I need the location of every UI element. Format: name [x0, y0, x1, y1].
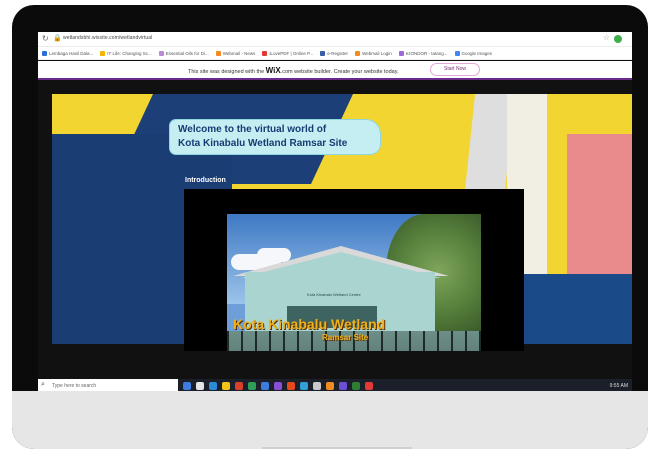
profile-avatar[interactable]	[614, 35, 622, 43]
taskbar-app-icon[interactable]	[365, 382, 373, 390]
start-now-button[interactable]: Start Now	[430, 63, 480, 76]
monitor-chin	[12, 391, 648, 449]
building-sign: Kota Kinabalu Wetland Centre	[307, 292, 361, 297]
website-content: Welcome to the virtual world of Kota Kin…	[38, 80, 632, 351]
wix-banner: This site was designed with the WiX.com …	[38, 61, 632, 80]
bookmark-item[interactable]: IT Life: Changing Sc...	[100, 50, 152, 56]
bookmark-label: Essential Oils for Di...	[165, 50, 209, 56]
monitor-frame: ↻ 🔒 wetlandsbhi.wixsite.com/wetlandvirtu…	[12, 5, 648, 449]
taskbar-app-icon[interactable]	[300, 382, 308, 390]
taskbar-app-icon[interactable]	[274, 382, 282, 390]
bookmark-item[interactable]: ezONDOR - tatang...	[398, 50, 448, 56]
lock-icon[interactable]: 🔒	[53, 34, 62, 42]
bookmark-label: ezONDOR - tatang...	[405, 50, 448, 56]
taskbar-app-icon[interactable]	[326, 382, 334, 390]
taskbar-app-icon[interactable]	[235, 382, 243, 390]
bookmark-label: IT Life: Changing Sc...	[107, 50, 152, 56]
taskbar-app-icon[interactable]	[222, 382, 230, 390]
taskbar-app-icons	[183, 382, 373, 390]
taskbar-app-icon[interactable]	[209, 382, 217, 390]
bookmark-item[interactable]: Webmail Login	[355, 50, 392, 56]
taskbar-clock: 9:55 AM	[609, 383, 628, 389]
welcome-banner: Welcome to the virtual world of Kota Kin…	[170, 120, 380, 154]
bookmark-favicon-icon	[158, 50, 164, 56]
welcome-line-2: Kota Kinabalu Wetland Ramsar Site	[178, 138, 348, 149]
reload-icon[interactable]: ↻	[42, 34, 49, 43]
bookmark-label: Webmail Login	[362, 50, 392, 56]
bookmark-item[interactable]: e-Register	[320, 50, 349, 56]
taskbar-app-icon[interactable]	[313, 382, 321, 390]
taskbar-app-icon[interactable]	[248, 382, 256, 390]
bookmark-item[interactable]: Webmail - News	[215, 50, 256, 56]
url-field[interactable]: wetlandsbhi.wixsite.com/wetlandvirtual	[63, 35, 152, 41]
bookmark-label: iLovePDF | Online P...	[269, 50, 314, 56]
wix-logo: WiX	[265, 66, 281, 75]
bookmark-favicon-icon	[42, 50, 47, 56]
taskbar-app-icon[interactable]	[261, 382, 269, 390]
video-overlay-title: Kota Kinabalu Wetland	[233, 316, 386, 332]
bookmark-label: Google Images	[461, 50, 493, 56]
bookmark-favicon-icon	[320, 50, 326, 56]
bookmark-label: e-Register	[327, 50, 349, 56]
bookmark-item[interactable]: Lembaga Hasil Dala...	[42, 50, 94, 56]
bookmark-label: Webmail - News	[222, 50, 256, 56]
welcome-line-1: Welcome to the virtual world of	[178, 124, 327, 135]
bookmark-favicon-icon	[100, 50, 106, 56]
bookmark-item[interactable]: iLovePDF | Online P...	[262, 50, 314, 56]
wix-banner-message: This site was designed with the WiX.com …	[188, 66, 399, 75]
bookmark-label: Lembaga Hasil Dala...	[49, 50, 94, 56]
bookmark-favicon-icon	[398, 50, 404, 56]
bookmark-favicon-icon	[262, 50, 268, 56]
taskbar-app-icon[interactable]	[196, 382, 204, 390]
taskbar-app-icon[interactable]	[183, 382, 191, 390]
search-icon: ⌕	[41, 381, 45, 388]
taskbar-app-icon[interactable]	[339, 382, 347, 390]
video-player[interactable]: Kota Kinabalu Wetland Centre Kota Kinaba…	[184, 189, 524, 351]
screen: ↻ 🔒 wetlandsbhi.wixsite.com/wetlandvirtu…	[38, 32, 632, 393]
taskbar-search-placeholder: Type here to search	[52, 383, 97, 389]
bookmark-item[interactable]: Essential Oils for Di...	[158, 50, 209, 56]
bookmarks-bar: Lembaga Hasil Dala... IT Life: Changing S…	[38, 47, 632, 60]
bookmark-favicon-icon	[454, 50, 460, 56]
section-title-introduction: Introduction	[185, 177, 226, 184]
bookmark-item[interactable]: Google Images	[454, 50, 493, 56]
bookmark-star-icon[interactable]: ☆	[603, 33, 610, 42]
bookmark-favicon-icon	[355, 50, 361, 56]
video-thumbnail[interactable]: Kota Kinabalu Wetland Centre Kota Kinaba…	[227, 214, 481, 351]
video-overlay-subtitle: Ramsar Site	[322, 333, 369, 342]
taskbar-app-icon[interactable]	[352, 382, 360, 390]
bookmark-favicon-icon	[215, 50, 221, 56]
taskbar-app-icon[interactable]	[287, 382, 295, 390]
browser-address-bar: ↻ 🔒 wetlandsbhi.wixsite.com/wetlandvirtu…	[38, 32, 632, 47]
